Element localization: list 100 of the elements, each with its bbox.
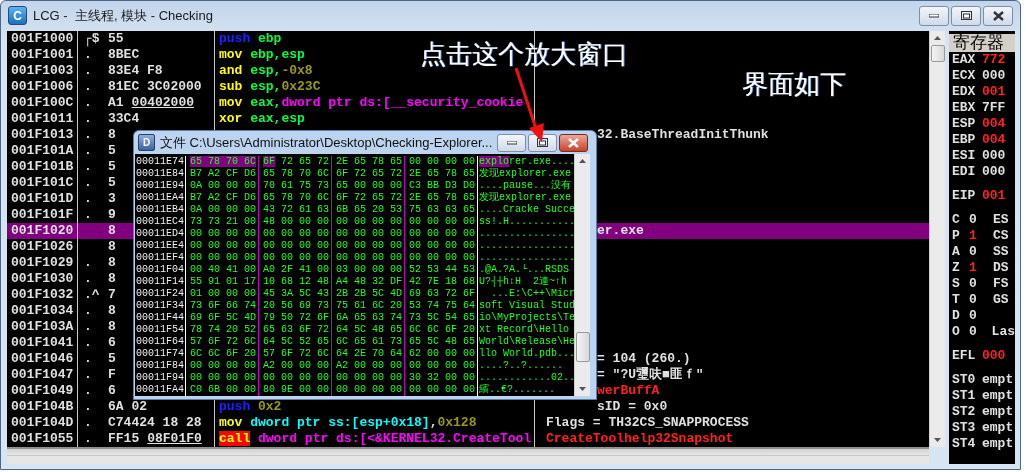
flag-name: A	[952, 243, 961, 260]
address[interactable]: 001F1026	[7, 238, 78, 255]
hex-bytes: B7 A2 CF D6	[186, 192, 259, 204]
comment: CreateToolhelp32Snapshot	[546, 430, 734, 446]
address: 00011F74	[135, 348, 186, 360]
hex-bytes: 6C 65 61 73	[332, 336, 405, 348]
hex-bytes: 75 63 63 65	[405, 204, 478, 216]
address[interactable]: 001F101D	[7, 190, 78, 207]
register-value: empt	[982, 403, 1014, 420]
jump-marker: .	[83, 78, 93, 95]
hex-bytes: 57 6F 72 6C	[259, 348, 332, 360]
address[interactable]: 001F101C	[7, 174, 78, 191]
hex-bytes: 43 72 61 63	[259, 204, 332, 216]
address: 00011E84	[135, 168, 186, 180]
register-name: ST2	[952, 403, 977, 420]
close-button[interactable]	[983, 5, 1013, 26]
address[interactable]: 001F1032	[7, 286, 78, 303]
hex-bytes: 73 5C 54 65	[405, 312, 478, 324]
scroll-thumb[interactable]	[930, 44, 945, 62]
address: 00011F84	[135, 360, 186, 372]
address[interactable]: 001F101F	[7, 206, 78, 223]
hex-bytes: 70 61 75 73	[259, 180, 332, 192]
ascii-text: ................	[478, 240, 574, 252]
register-name: ST1	[952, 387, 977, 404]
address[interactable]: 001F1030	[7, 270, 78, 287]
address[interactable]: 001F1020	[7, 222, 78, 239]
hex-bytes: 6F 72 65 72	[259, 156, 332, 168]
flag-name: P	[952, 227, 961, 244]
hex-bytes: 00 00 00 00	[332, 240, 405, 252]
jump-marker: .	[83, 94, 93, 111]
address[interactable]: 001F1055	[7, 430, 78, 447]
instruction: sub esp,0x23C	[219, 78, 321, 94]
hex-bytes: 69 63 72 6F	[405, 288, 478, 300]
address[interactable]: 001F101A	[7, 142, 78, 159]
maximize-button[interactable]	[528, 133, 557, 152]
address[interactable]: 001F104B	[7, 398, 78, 415]
hex-bytes: B7 A2 CF D6	[186, 168, 259, 180]
hex-bytes: 81EC 3C02000	[108, 78, 202, 95]
ascii-text: io\MyProjects\Te	[478, 312, 574, 324]
comment: 32.BaseThreadInitThunk	[597, 126, 769, 142]
address[interactable]: 001F1049	[7, 382, 78, 399]
segment-register: CS	[993, 227, 1009, 244]
hex-bytes: 0A 00 00 00	[186, 204, 259, 216]
hex-bytes: 57 6F 72 6C	[186, 336, 259, 348]
hex-bytes: 6F 72 65 72	[332, 168, 405, 180]
address: 00011E74	[135, 156, 186, 168]
hex-bytes: 00 40 41 00	[186, 264, 259, 276]
address[interactable]: 001F1001	[7, 46, 78, 63]
register-name: ECX	[952, 67, 977, 84]
scrollbar[interactable]	[574, 154, 590, 396]
ascii-text: ....Cracke Succe	[478, 204, 574, 216]
address-link[interactable]: 08F01F0	[147, 430, 202, 447]
hex-bytes: 8	[108, 318, 116, 335]
flag-value: 0	[969, 307, 978, 324]
address[interactable]: 001F1011	[7, 110, 78, 127]
address: 00011EC4	[135, 216, 186, 228]
address[interactable]: 001F1029	[7, 254, 78, 271]
hex-bytes: 3	[108, 190, 116, 207]
address[interactable]: 001F1006	[7, 78, 78, 95]
window-title: 文件 C:\Users\Administrator\Desktop\Checking-Explorer...	[160, 133, 493, 152]
address[interactable]: 001F1003	[7, 62, 78, 79]
close-button[interactable]	[559, 133, 588, 152]
address[interactable]: 001F1000	[7, 30, 78, 47]
comment: sID = 0x0	[597, 398, 668, 414]
comment: Flags = TH32CS_SNAPPROCESS	[546, 414, 749, 430]
hex-bytes: 00 00 00 00	[405, 240, 478, 252]
scroll-thumb[interactable]	[575, 332, 590, 362]
hex-bytes: 00 00 00 00	[332, 372, 405, 384]
hex-bytes: 00 00 00 00	[405, 216, 478, 228]
address[interactable]: 001F103A	[7, 318, 78, 335]
address[interactable]: 001F1046	[7, 350, 78, 367]
address[interactable]: 001F1034	[7, 302, 78, 319]
hex-bytes: 65 63 6F 72	[259, 324, 332, 336]
register-value: 001	[982, 83, 1006, 100]
address[interactable]: 001F104D	[7, 414, 78, 431]
jump-marker: .	[83, 190, 93, 207]
hex-bytes: A2 00 00 00	[259, 360, 332, 372]
address-link[interactable]: 00402000	[131, 94, 195, 111]
flag-name: T	[952, 291, 961, 308]
jump-marker: .	[83, 254, 93, 271]
scroll-up-icon	[934, 35, 941, 40]
address[interactable]: 001F100C	[7, 94, 78, 111]
hex-bytes: 6	[108, 382, 116, 399]
instruction: push 0x2	[219, 398, 282, 414]
scrollbar[interactable]	[929, 30, 945, 447]
maximize-button[interactable]	[951, 5, 981, 26]
ascii-text: U?┤┼h↕H 2連~↑h	[478, 276, 567, 288]
address[interactable]: 001F1041	[7, 334, 78, 351]
hex-bytes: 64 5C 48 65	[332, 324, 405, 336]
hex-bytes: 8BEC	[108, 46, 140, 63]
address: 00011F24	[135, 288, 186, 300]
address[interactable]: 001F1047	[7, 366, 78, 383]
hex-bytes: 00 00 00 00	[332, 252, 405, 264]
address[interactable]: 001F1013	[7, 126, 78, 143]
flag-value: 0	[969, 291, 978, 308]
hex-bytes: 2E 65 78 65	[405, 168, 478, 180]
jump-marker: .	[83, 206, 93, 223]
hex-bytes: 45 3A 5C 43	[259, 288, 332, 300]
hex-bytes: 8	[108, 270, 116, 287]
address[interactable]: 001F101B	[7, 158, 78, 175]
